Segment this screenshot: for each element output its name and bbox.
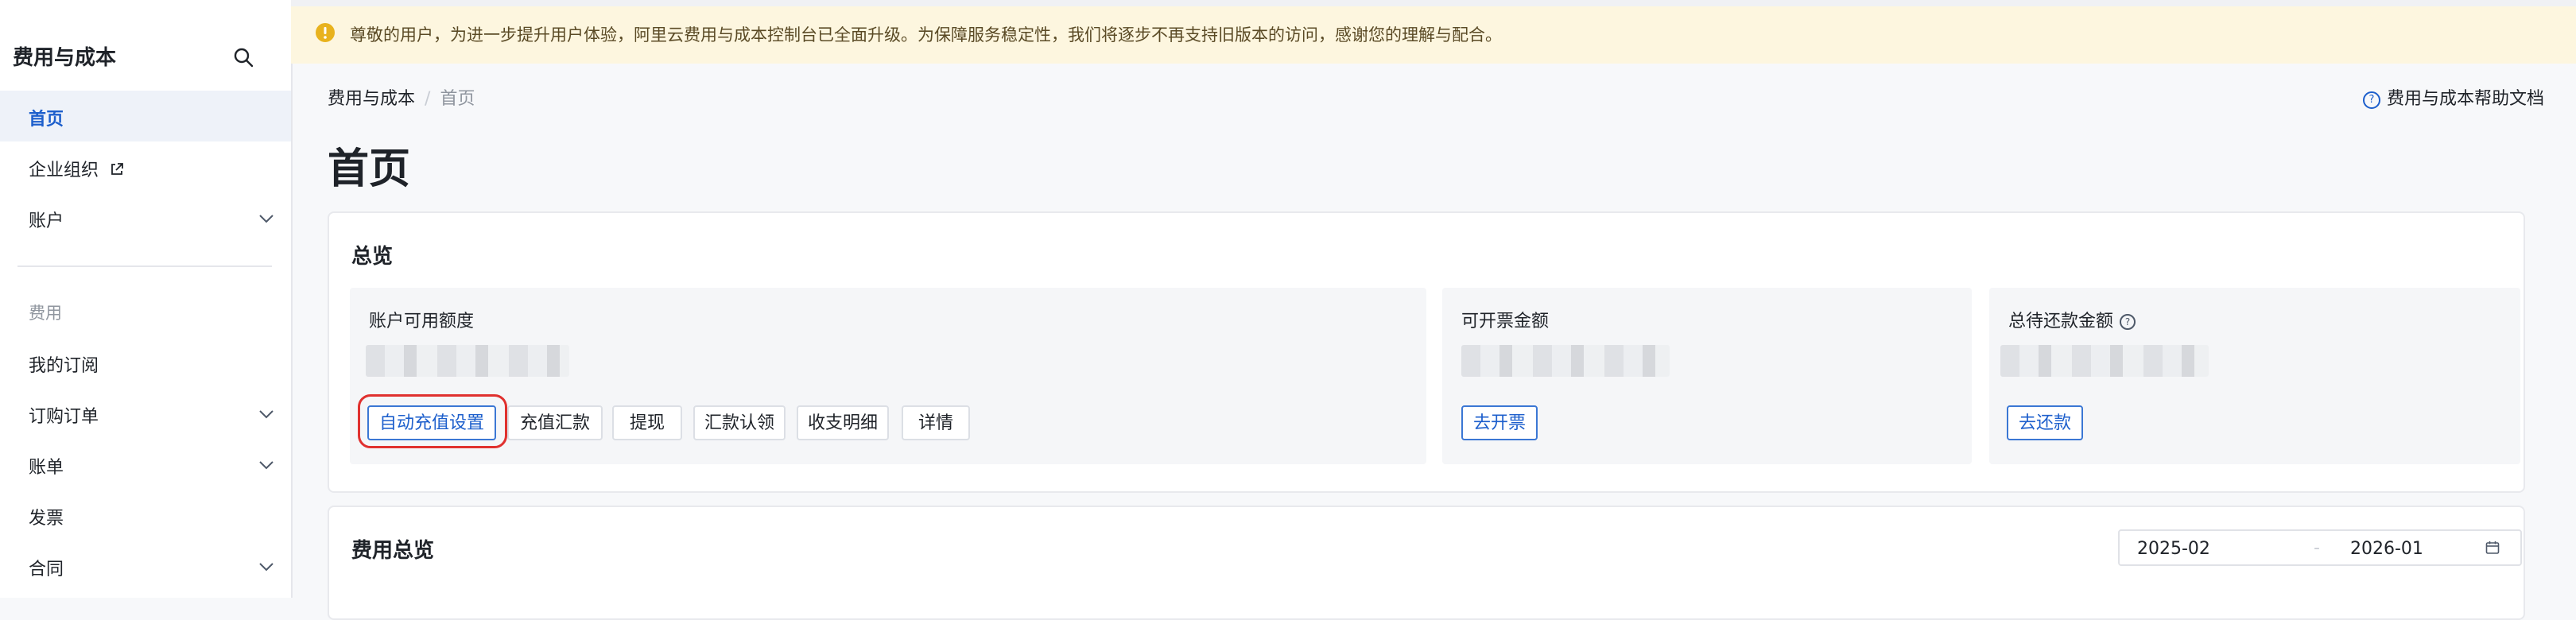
- help-doc-label: 费用与成本帮助文档: [2386, 89, 2544, 109]
- date-range-end[interactable]: 2026-01: [2350, 539, 2423, 559]
- sidebar-item-label: 订购订单: [29, 407, 99, 427]
- remit-claim-button[interactable]: 汇款认领: [693, 405, 786, 440]
- help-icon: ?: [2362, 91, 2380, 109]
- breadcrumb-separator: /: [425, 89, 431, 109]
- recharge-remit-button[interactable]: 充值汇款: [507, 405, 603, 440]
- calendar-icon: [2485, 541, 2500, 554]
- income-expense-detail-button[interactable]: 收支明细: [797, 405, 889, 440]
- overview-title: 总览: [351, 245, 394, 269]
- warning-icon: [316, 23, 335, 42]
- sidebar-divider: [17, 265, 272, 267]
- sidebar: 费用与成本 首页 企业组织 账户 费用 我的订阅 订购订单 账单 发票 合同: [0, 0, 293, 598]
- sidebar-item-invoices[interactable]: 发票: [0, 490, 291, 541]
- chevron-down-icon: [259, 215, 274, 223]
- help-icon[interactable]: ?: [2120, 314, 2136, 330]
- sidebar-title: 费用与成本: [13, 46, 117, 70]
- notice-banner: 尊敬的用户，为进一步提升用户体验，阿里云费用与成本控制台已全面升级。为保障服务稳…: [291, 0, 2576, 64]
- chevron-down-icon: [259, 563, 274, 572]
- sidebar-item-label: 我的订阅: [29, 356, 99, 376]
- account-balance-title: 账户可用额度: [369, 312, 475, 331]
- help-doc-link[interactable]: ? 费用与成本帮助文档: [2362, 84, 2544, 110]
- repay-button[interactable]: 去还款: [2007, 405, 2083, 440]
- sidebar-item-enterprise-org[interactable]: 企业组织: [0, 141, 291, 192]
- highlight-ring: [358, 394, 507, 448]
- withdraw-button[interactable]: 提现: [612, 405, 682, 440]
- cost-overview-title: 费用总览: [351, 539, 435, 563]
- sidebar-item-label: 账户: [29, 211, 64, 231]
- date-range-start[interactable]: 2025-02: [2137, 539, 2210, 559]
- sidebar-header: 费用与成本: [0, 32, 291, 81]
- sidebar-item-orders[interactable]: 订购订单: [0, 388, 291, 439]
- chevron-down-icon: [259, 461, 274, 470]
- sidebar-item-label: 首页: [29, 110, 64, 130]
- sidebar-group-label: 费用: [29, 304, 62, 323]
- sidebar-item-label: 合同: [29, 560, 64, 579]
- sidebar-item-label: 企业组织: [29, 156, 125, 181]
- chevron-down-icon: [259, 410, 274, 419]
- breadcrumb-item-home: 首页: [440, 89, 475, 109]
- details-button[interactable]: 详情: [902, 405, 970, 440]
- external-link-icon: [111, 163, 123, 175]
- sidebar-item-label: 账单: [29, 458, 64, 478]
- total-repayment-value-redacted: [2000, 345, 2209, 377]
- total-repayment-title: 总待还款金额?: [2008, 307, 2136, 332]
- sidebar-item-subscriptions[interactable]: 我的订阅: [0, 337, 291, 388]
- sidebar-item-bills[interactable]: 账单: [0, 439, 291, 490]
- search-icon[interactable]: [231, 45, 256, 70]
- issue-invoice-button[interactable]: 去开票: [1461, 405, 1538, 440]
- sidebar-item-label: 发票: [29, 509, 64, 529]
- invoiceable-amount-title: 可开票金额: [1461, 312, 1550, 331]
- breadcrumb: 费用与成本 / 首页: [328, 84, 475, 110]
- date-range-separator: -: [2314, 538, 2320, 558]
- sidebar-item-account[interactable]: 账户: [0, 192, 291, 243]
- sidebar-item-contracts[interactable]: 合同: [0, 541, 291, 591]
- page-title: 首页: [328, 145, 411, 193]
- invoiceable-amount-value-redacted: [1461, 345, 1670, 377]
- sidebar-item-home[interactable]: 首页: [0, 91, 291, 141]
- notice-text: 尊敬的用户，为进一步提升用户体验，阿里云费用与成本控制台已全面升级。为保障服务稳…: [350, 25, 1502, 45]
- date-range-picker[interactable]: 2025-02 - 2026-01: [2118, 529, 2522, 566]
- breadcrumb-item-cost[interactable]: 费用与成本: [328, 89, 415, 109]
- account-balance-value-redacted: [366, 345, 569, 377]
